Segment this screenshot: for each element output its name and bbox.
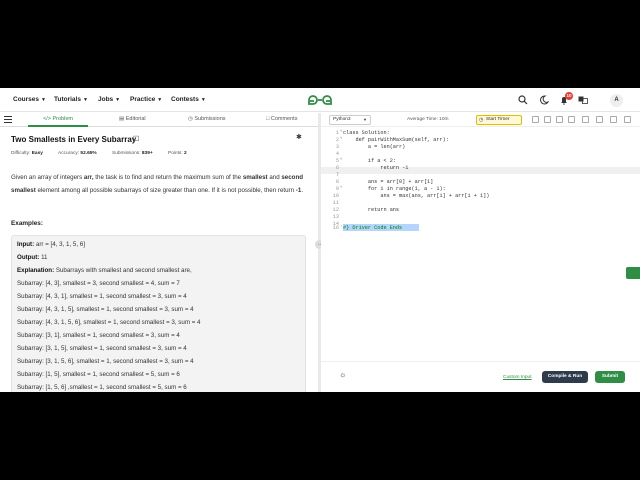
code-line: return -1: [343, 165, 409, 171]
line-number: 7: [335, 172, 339, 178]
editor-panel: Python3 ▼ Average Time: 10m ◷ Start Timer …: [321, 113, 640, 392]
line-number: 8: [335, 179, 339, 185]
redo-icon[interactable]: [556, 116, 563, 123]
problem-panel: </> Problem ▤ Editorial ◷ Submissions □ …: [0, 113, 318, 392]
problem-description: Given an array of integers arr, the task…: [11, 174, 304, 194]
translate-icon[interactable]: [578, 95, 588, 105]
explanation-line: Subarray: [4, 3], smallest = 3, second s…: [17, 280, 180, 287]
copy-icon[interactable]: [568, 116, 575, 123]
nav-contests[interactable]: Contests ▼: [171, 96, 206, 103]
submit-button[interactable]: Submit: [595, 371, 625, 383]
code-line: ans = max(ans, arr[i] + arr[i + 1]): [343, 193, 490, 199]
problem-tabs: </> Problem ▤ Editorial ◷ Submissions □ …: [0, 113, 318, 127]
code-line: ans = arr[0] + arr[1]: [343, 179, 434, 185]
submissions-meta: Submissions: 839+: [112, 151, 153, 156]
code-line: if a < 2:: [343, 158, 396, 164]
nav-courses[interactable]: Courses ▼: [13, 96, 46, 103]
search-icon[interactable]: [518, 95, 528, 105]
code-editor[interactable]: 1 2 3 4 5 6 7 8 9 10 11 12 13 14 16 ˅ ˅ …: [321, 130, 640, 361]
examples-heading: Examples:: [11, 220, 43, 227]
editor-footer: ☼ Custom Input Compile & Run Submit: [321, 361, 640, 392]
code-line: #} Driver Code Ends: [343, 225, 403, 231]
line-number: 3: [335, 144, 339, 150]
code-line: a = len(arr): [343, 144, 406, 150]
explanation-line: Subarray: [3, 1, 5], smallest = 1, secon…: [17, 345, 187, 352]
line-number: 12: [332, 207, 339, 213]
accuracy-meta: Accuracy: 52.65%: [58, 151, 97, 156]
reset-icon[interactable]: [532, 116, 539, 123]
timer-icon: ◷: [479, 117, 484, 123]
points-meta: Points: 2: [168, 151, 187, 156]
problem-title: Two Smallests in Every Subarray: [11, 135, 137, 144]
line-number: 9: [335, 186, 339, 192]
line-number: 11: [332, 200, 339, 206]
line-number: 4: [335, 151, 339, 157]
code-line: class Solution:: [343, 130, 390, 136]
code-line: for i in range(1, a - 1):: [343, 186, 446, 192]
app-frame: Courses ▼ Tutorials ▼ Jobs ▼ Practice ▼ Cont…: [0, 88, 640, 392]
nav-tutorials[interactable]: Tutorials ▼: [54, 96, 88, 103]
language-select[interactable]: Python3 ▼: [329, 115, 371, 125]
compile-run-button[interactable]: Compile & Run: [542, 371, 588, 383]
active-tab-indicator: [28, 125, 88, 127]
custom-input-link[interactable]: Custom Input: [503, 375, 532, 380]
average-time: Average Time: 10m: [407, 117, 449, 122]
undo-icon[interactable]: [544, 116, 551, 123]
explanation-line: Subarray: [3, 1], smallest = 1, second s…: [17, 332, 180, 339]
gfg-logo[interactable]: [306, 93, 334, 107]
difficulty-meta: Difficulty: Easy: [11, 151, 43, 156]
line-number: 6: [335, 165, 339, 171]
top-navbar: Courses ▼ Tutorials ▼ Jobs ▼ Practice ▼ Cont…: [0, 88, 640, 112]
line-number: 5: [335, 158, 339, 164]
explanation-line: Subarray: [4, 3, 1], smallest = 1, secon…: [17, 293, 187, 300]
explanation-line: Subarray: [1, 5], smallest = 1, second s…: [17, 371, 180, 378]
example-explanation: Explanation: Subarrays with smallest and…: [17, 267, 192, 274]
user-avatar[interactable]: A: [610, 94, 623, 107]
nav-practice[interactable]: Practice ▼: [130, 96, 162, 103]
chat-icon[interactable]: [626, 267, 640, 279]
explanation-line: Subarray: [4, 3, 1, 5], smallest = 1, se…: [17, 306, 194, 313]
notification-badge: 10: [565, 92, 573, 100]
menu-icon[interactable]: [4, 116, 12, 123]
line-number: 1: [335, 130, 339, 136]
settings-icon[interactable]: [582, 116, 589, 123]
keyboard-icon[interactable]: [596, 116, 603, 123]
fullscreen-icon[interactable]: [610, 116, 617, 123]
nav-jobs[interactable]: Jobs ▼: [98, 96, 120, 103]
line-number: 2: [335, 137, 339, 143]
bookmark-icon[interactable]: ☐: [133, 135, 139, 143]
example-output: Output: 11: [17, 254, 48, 261]
editor-toolbar: Python3 ▼ Average Time: 10m ◷ Start Timer: [321, 113, 640, 127]
code-line: return ans: [343, 207, 400, 213]
start-timer-button[interactable]: ◷ Start Timer: [476, 115, 522, 125]
line-number: 16: [332, 225, 339, 231]
tab-comments[interactable]: □ Comments: [266, 116, 297, 122]
more-icon[interactable]: [624, 116, 631, 123]
tab-problem[interactable]: </> Problem: [43, 116, 73, 122]
code-line: def pairWithMaxSum(self, arr):: [343, 137, 449, 143]
example-input: Input: arr = [4, 3, 1, 5, 6]: [17, 241, 85, 248]
tab-submissions[interactable]: ◷ Submissions: [188, 116, 226, 122]
dark-mode-icon[interactable]: [539, 95, 549, 105]
line-number: 13: [332, 214, 339, 220]
tab-editorial[interactable]: ▤ Editorial: [119, 116, 146, 122]
line-number: 10: [332, 193, 339, 199]
report-bug-icon[interactable]: ✱: [296, 133, 302, 141]
explanation-line: Subarray: [4, 3, 1, 5, 6], smallest = 1,…: [17, 319, 201, 326]
lightbulb-icon[interactable]: ☼: [339, 370, 346, 379]
example-box: Input: arr = [4, 3, 1, 5, 6] Output: 11 …: [11, 235, 306, 392]
explanation-line: Subarray: [1, 5, 6] ,smallest = 1, secon…: [17, 384, 187, 391]
explanation-line: Subarray: [3, 1, 5, 6], smallest = 1, se…: [17, 358, 194, 365]
